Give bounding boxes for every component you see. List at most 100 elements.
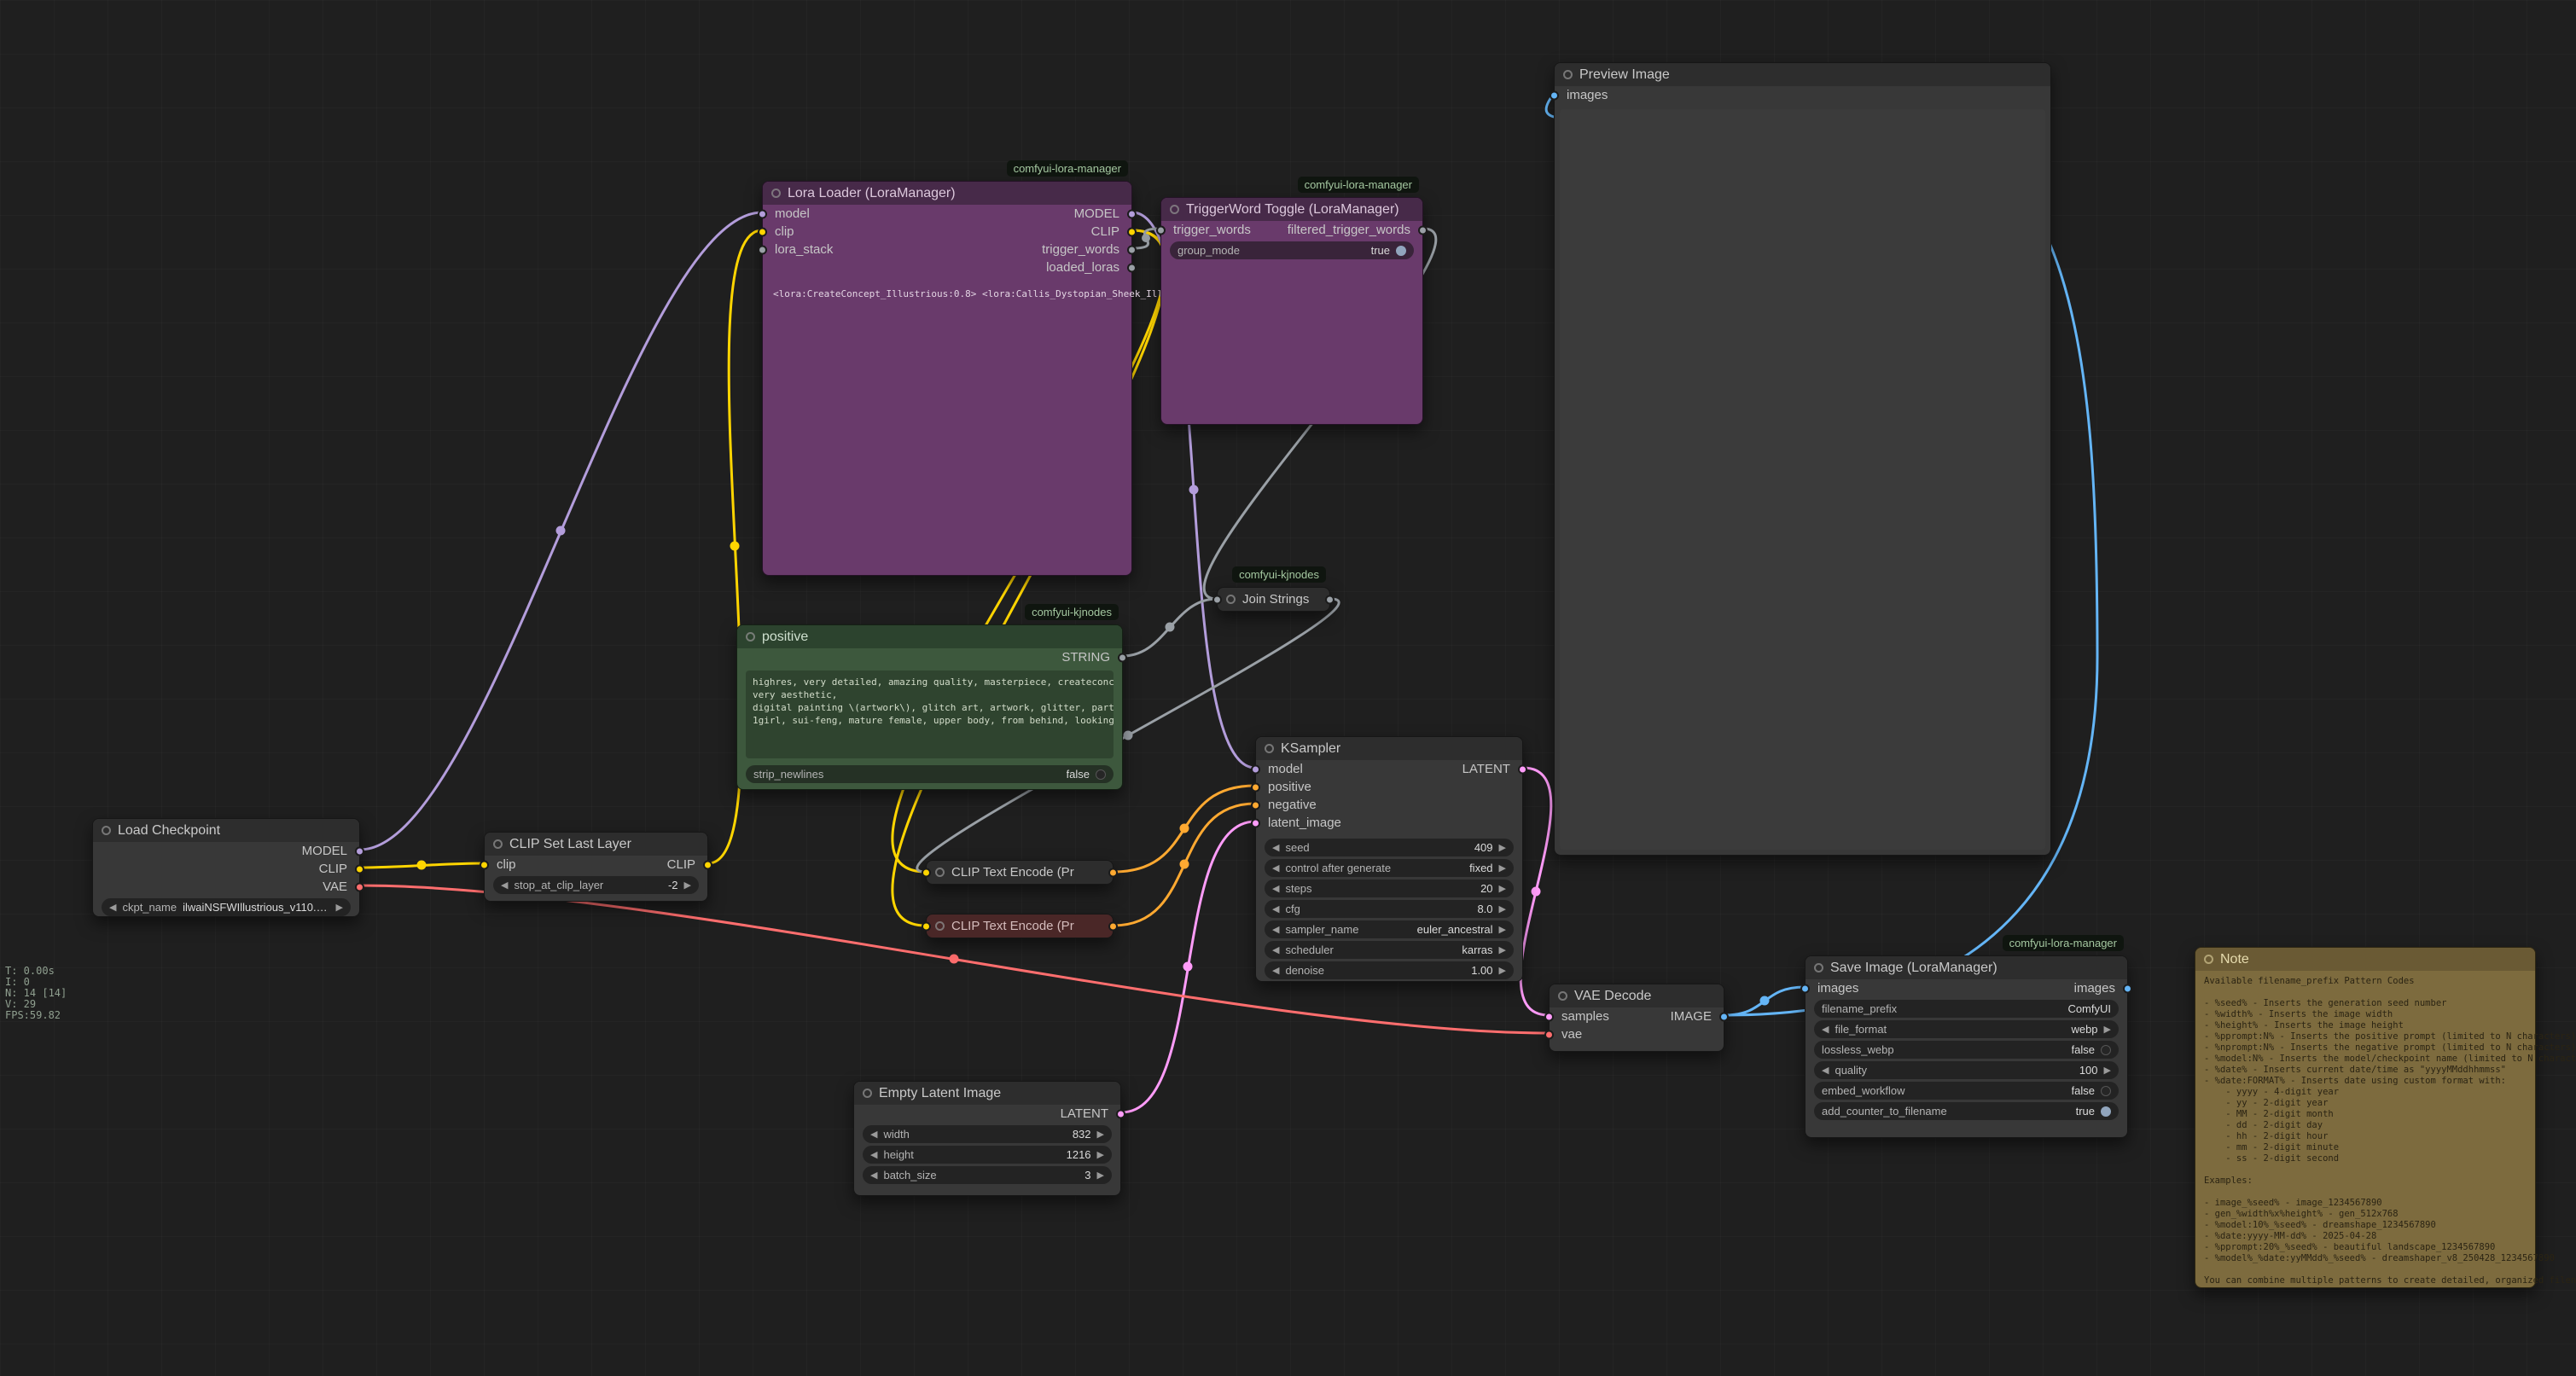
embed-workflow-toggle[interactable]: embed_workflow false (1814, 1082, 2119, 1100)
output-port-model[interactable] (1127, 209, 1137, 218)
right-arrow-icon[interactable]: ▶ (1097, 1170, 1104, 1181)
left-arrow-icon[interactable]: ◀ (501, 880, 508, 891)
output-port-images[interactable] (2123, 984, 2132, 993)
output-port-vae[interactable] (355, 882, 364, 891)
node-lora-loader[interactable]: comfyui-lora-manager Lora Loader (LoraMa… (762, 181, 1132, 576)
collapse-icon[interactable] (1563, 70, 1573, 79)
stop-at-clip-layer-widget[interactable]: ◀ stop_at_clip_layer -2 ▶ (493, 876, 699, 894)
left-arrow-icon[interactable]: ◀ (1272, 842, 1279, 853)
right-arrow-icon[interactable]: ▶ (1499, 924, 1506, 935)
output-port-model[interactable] (355, 846, 364, 856)
toggle-indicator-icon[interactable] (2101, 1106, 2111, 1117)
left-arrow-icon[interactable]: ◀ (1272, 965, 1279, 976)
node-header[interactable]: Lora Loader (LoraManager) (763, 182, 1131, 205)
lora-syntax-text[interactable]: <lora:CreateConcept_Illustrious:0.8> <lo… (773, 288, 1121, 299)
width-widget[interactable]: ◀ width 832 ▶ (863, 1125, 1112, 1143)
sampler-name-widget[interactable]: ◀ sampler_name euler_ancestral ▶ (1265, 920, 1514, 938)
node-preview-image[interactable]: Preview Image images (1554, 62, 2051, 856)
workflow-canvas[interactable]: T: 0.00s I: 0 N: 14 [14] V: 29 FPS:59.82… (0, 0, 2576, 1376)
toggle-indicator-icon[interactable] (1096, 769, 1106, 780)
collapse-icon[interactable] (102, 826, 111, 835)
output-port-loaded-loras[interactable] (1127, 263, 1137, 272)
collapse-icon[interactable] (863, 1089, 872, 1098)
input-port-negative[interactable] (1251, 800, 1260, 810)
node-header[interactable]: VAE Decode (1550, 984, 1724, 1007)
left-arrow-icon[interactable]: ◀ (1272, 944, 1279, 955)
output-port[interactable] (1108, 868, 1118, 877)
output-port-latent[interactable] (1116, 1109, 1125, 1118)
right-arrow-icon[interactable]: ▶ (1499, 944, 1506, 955)
right-arrow-icon[interactable]: ▶ (1097, 1149, 1104, 1160)
collapse-icon[interactable] (1814, 963, 1823, 972)
node-join-strings[interactable]: comfyui-kjnodes Join Strings (1217, 587, 1330, 612)
left-arrow-icon[interactable]: ◀ (109, 902, 116, 913)
output-port-clip[interactable] (1127, 227, 1137, 236)
collapse-icon[interactable] (746, 632, 755, 642)
denoise-widget[interactable]: ◀ denoise 1.00 ▶ (1265, 961, 1514, 979)
node-header[interactable]: Note (2195, 948, 2535, 971)
left-arrow-icon[interactable]: ◀ (1822, 1065, 1829, 1076)
left-arrow-icon[interactable]: ◀ (1272, 924, 1279, 935)
node-load-checkpoint[interactable]: Load Checkpoint MODEL CLIP VAE ◀ ckpt_na… (92, 818, 360, 917)
node-triggerword-toggle[interactable]: comfyui-lora-manager TriggerWord Toggle … (1160, 197, 1423, 425)
right-arrow-icon[interactable]: ▶ (1499, 862, 1506, 874)
group-mode-toggle[interactable]: group_mode true (1170, 241, 1414, 259)
scheduler-widget[interactable]: ◀ scheduler karras ▶ (1265, 941, 1514, 959)
node-header[interactable]: CLIP Set Last Layer (485, 833, 707, 856)
control-after-generate-widget[interactable]: ◀ control after generate fixed ▶ (1265, 859, 1514, 877)
left-arrow-icon[interactable]: ◀ (1272, 862, 1279, 874)
node-ksampler[interactable]: KSampler model LATENT positive negative … (1255, 736, 1523, 982)
output-port-clip[interactable] (355, 864, 364, 874)
output-port-trigger-words[interactable] (1127, 245, 1137, 254)
input-port[interactable] (1212, 595, 1222, 604)
right-arrow-icon[interactable]: ▶ (684, 880, 691, 891)
right-arrow-icon[interactable]: ▶ (1499, 903, 1506, 914)
left-arrow-icon[interactable]: ◀ (1272, 883, 1279, 894)
node-header[interactable]: Load Checkpoint (93, 819, 359, 842)
output-port[interactable] (1325, 595, 1335, 604)
input-port-clip[interactable] (758, 227, 767, 236)
collapse-icon[interactable] (1558, 991, 1567, 1001)
input-port-images[interactable] (1800, 984, 1810, 993)
seed-widget[interactable]: ◀ seed 409 ▶ (1265, 839, 1514, 856)
node-header[interactable]: TriggerWord Toggle (LoraManager) (1161, 198, 1422, 221)
collapse-icon[interactable] (493, 839, 503, 849)
collapse-icon[interactable] (935, 868, 945, 877)
input-port-model[interactable] (1251, 764, 1260, 774)
right-arrow-icon[interactable]: ▶ (336, 902, 343, 913)
collapse-icon[interactable] (771, 189, 781, 198)
node-empty-latent-image[interactable]: Empty Latent Image LATENT ◀ width 832 ▶ … (853, 1081, 1121, 1196)
node-clip-text-encode-negative[interactable]: CLIP Text Encode (Pr (926, 914, 1114, 938)
node-header[interactable]: KSampler (1256, 737, 1522, 760)
filename-prefix-widget[interactable]: filename_prefix ComfyUI (1814, 1000, 2119, 1018)
left-arrow-icon[interactable]: ◀ (870, 1170, 877, 1181)
output-port-filtered[interactable] (1418, 225, 1428, 235)
right-arrow-icon[interactable]: ▶ (2104, 1065, 2111, 1076)
right-arrow-icon[interactable]: ▶ (1499, 842, 1506, 853)
input-port-lora-stack[interactable] (758, 245, 767, 254)
toggle-indicator-icon[interactable] (2101, 1086, 2111, 1096)
node-clip-set-last-layer[interactable]: CLIP Set Last Layer clip CLIP ◀ stop_at_… (484, 832, 708, 902)
input-port-images[interactable] (1550, 90, 1559, 100)
node-positive-prompt[interactable]: comfyui-kjnodes positive STRING highres,… (736, 624, 1123, 790)
batch-size-widget[interactable]: ◀ batch_size 3 ▶ (863, 1166, 1112, 1184)
collapse-icon[interactable] (2204, 955, 2213, 964)
left-arrow-icon[interactable]: ◀ (870, 1149, 877, 1160)
input-port[interactable] (922, 868, 931, 877)
left-arrow-icon[interactable]: ◀ (870, 1129, 877, 1140)
file-format-widget[interactable]: ◀ file_format webp ▶ (1814, 1020, 2119, 1038)
right-arrow-icon[interactable]: ▶ (1097, 1129, 1104, 1140)
output-port-clip[interactable] (703, 860, 712, 869)
input-port-latent-image[interactable] (1251, 818, 1260, 827)
node-clip-text-encode-positive[interactable]: CLIP Text Encode (Pr (926, 860, 1114, 885)
node-header[interactable]: positive (737, 625, 1122, 648)
node-note[interactable]: Note Available filename_prefix Pattern C… (2195, 947, 2536, 1288)
collapse-icon[interactable] (935, 921, 945, 931)
input-port-trigger-words[interactable] (1156, 225, 1166, 235)
node-save-image[interactable]: comfyui-lora-manager Save Image (LoraMan… (1805, 955, 2128, 1138)
input-port-positive[interactable] (1251, 782, 1260, 792)
strip-newlines-toggle[interactable]: strip_newlines false (746, 765, 1114, 783)
left-arrow-icon[interactable]: ◀ (1822, 1024, 1829, 1035)
right-arrow-icon[interactable]: ▶ (1499, 883, 1506, 894)
prompt-textarea[interactable]: highres, very detailed, amazing quality,… (746, 671, 1114, 758)
